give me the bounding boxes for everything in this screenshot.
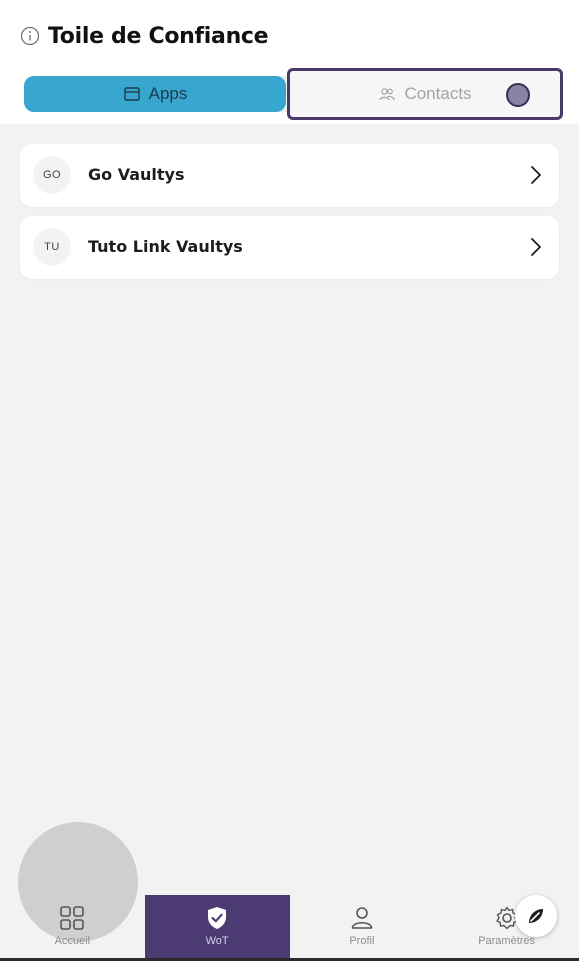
app-list: GO Go Vaultys TU Tuto Link Vaultys	[20, 144, 559, 288]
touch-indicator	[506, 83, 530, 107]
list-item[interactable]: TU Tuto Link Vaultys	[20, 216, 559, 279]
tab-apps[interactable]: Apps	[24, 76, 286, 112]
avatar: TU	[33, 228, 71, 266]
bottom-nav: Accueil WoT Profil Paramètres	[0, 895, 579, 958]
tab-contacts-label: Contacts	[404, 84, 472, 103]
app-name: Go Vaultys	[88, 165, 185, 184]
user-icon	[349, 905, 375, 931]
nav-item-accueil[interactable]: Accueil	[0, 895, 145, 958]
avatar: GO	[33, 156, 71, 194]
window-icon	[123, 85, 141, 103]
page-title: Toile de Confiance	[48, 23, 269, 49]
assistant-button[interactable]	[515, 895, 557, 937]
info-icon[interactable]	[20, 26, 40, 46]
shield-check-icon	[204, 905, 230, 931]
title-row: Toile de Confiance	[20, 22, 269, 50]
nav-item-wot[interactable]: WoT	[144, 895, 290, 958]
app-name: Tuto Link Vaultys	[88, 237, 243, 256]
tab-bar: Apps Contacts	[24, 68, 563, 120]
nav-item-parametres[interactable]: Paramètres	[434, 895, 579, 958]
tab-apps-label: Apps	[148, 84, 188, 103]
nav-item-profil[interactable]: Profil	[290, 895, 435, 958]
chevron-right-icon	[531, 166, 541, 184]
header-area: Toile de Confiance Apps Contacts	[0, 0, 579, 124]
nav-label: Accueil	[54, 935, 91, 947]
list-item[interactable]: GO Go Vaultys	[20, 144, 559, 207]
users-icon	[378, 85, 396, 103]
nav-label: Paramètres	[478, 935, 536, 947]
chevron-right-icon	[531, 238, 541, 256]
nav-label: WoT	[205, 935, 229, 947]
grid-icon	[59, 905, 85, 931]
nav-label: Profil	[349, 935, 375, 947]
tab-contacts[interactable]: Contacts	[287, 68, 563, 120]
leaf-icon	[529, 909, 543, 923]
